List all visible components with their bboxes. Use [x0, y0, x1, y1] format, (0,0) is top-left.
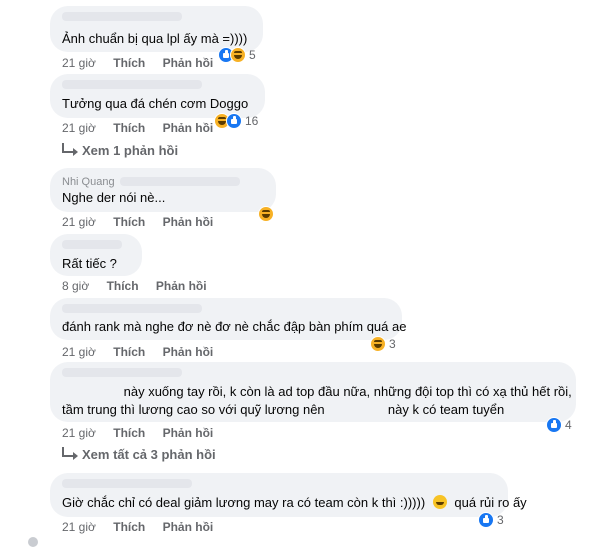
view-replies-link[interactable]: Xem 1 phản hồi	[62, 142, 179, 158]
comment-actions: 8 giờ Thích Phản hồi	[62, 279, 221, 293]
author-name-redacted	[120, 177, 240, 186]
like-button[interactable]: Thích	[113, 56, 145, 70]
comment-time[interactable]: 21 giờ	[62, 56, 96, 70]
comment-text: quá rủi ro ấy	[454, 495, 527, 510]
redacted-name	[328, 404, 385, 417]
laughing-emoji-icon	[432, 495, 447, 509]
comment-text-line: Giờ chắc chỉ có deal giảm lương may ra c…	[62, 493, 527, 513]
comment-text: này k có team tuyển	[387, 402, 505, 417]
like-icon	[226, 113, 242, 129]
reaction-summary[interactable]: 4	[546, 415, 572, 435]
comment-time[interactable]: 21 giờ	[62, 426, 96, 440]
author-name-redacted[interactable]	[62, 80, 202, 89]
comment-actions: 21 giờ Thích Phản hồi	[62, 215, 227, 229]
reaction-summary[interactable]	[258, 204, 274, 224]
reply-button[interactable]: Phản hồi	[163, 345, 214, 359]
like-button[interactable]: Thích	[113, 426, 145, 440]
view-replies-link[interactable]: Xem tất cả 3 phản hồi	[62, 446, 216, 462]
comment-text: này xuống tay rồi, k còn là ad top đầu n…	[123, 384, 572, 399]
comment-text: Giờ chắc chỉ có deal giảm lương may ra c…	[62, 495, 426, 510]
reaction-count: 4	[565, 418, 572, 432]
comment-bubble: này xuống tay rồi, k còn là ad top đầu n…	[50, 362, 576, 422]
comment-actions: 21 giờ Thích Phản hồi	[62, 121, 227, 135]
next-avatar-partial	[28, 537, 38, 547]
reply-button[interactable]: Phản hồi	[156, 279, 207, 293]
author-name-redacted[interactable]	[62, 368, 182, 377]
view-replies-label: Xem 1 phản hồi	[82, 143, 179, 158]
reaction-count: 3	[497, 513, 504, 527]
comment-bubble: đánh rank mà nghe đơ nè đơ nè chắc đập b…	[50, 298, 406, 340]
reply-button[interactable]: Phản hồi	[163, 520, 214, 534]
reaction-summary[interactable]: 3	[478, 510, 504, 530]
comment-actions: 21 giờ Thích Phản hồi	[62, 520, 227, 534]
comment-actions: 21 giờ Thích Phản hồi	[62, 345, 227, 359]
author-name-redacted[interactable]	[62, 12, 182, 21]
author-name-redacted[interactable]	[62, 240, 122, 249]
reply-button[interactable]: Phản hồi	[163, 215, 214, 229]
comment-text: Nghe der nói nè...	[62, 190, 166, 205]
reaction-count: 3	[389, 337, 396, 351]
like-button[interactable]: Thích	[113, 121, 145, 135]
haha-icon	[230, 47, 246, 63]
haha-icon	[370, 336, 386, 352]
reply-button[interactable]: Phản hồi	[163, 121, 214, 135]
comment-time[interactable]: 21 giờ	[62, 345, 96, 359]
comment-text: Rất tiếc ?	[62, 256, 117, 271]
comment-actions: 21 giờ Thích Phản hồi	[62, 56, 227, 70]
comment-text-line-1: này xuống tay rồi, k còn là ad top đầu n…	[62, 382, 572, 402]
comment-time[interactable]: 8 giờ	[62, 279, 89, 293]
comment-bubble: Nhi Quang Nghe der nói nè...	[50, 168, 276, 212]
haha-icon	[258, 206, 274, 222]
comment-text-line-2: tầm trung thì lương cao so với quỹ lương…	[62, 400, 504, 420]
reply-button[interactable]: Phản hồi	[163, 426, 214, 440]
like-button[interactable]: Thích	[113, 215, 145, 229]
reply-button[interactable]: Phản hồi	[163, 56, 214, 70]
comment-bubble: Giờ chắc chỉ có deal giảm lương may ra c…	[50, 473, 527, 517]
view-replies-label: Xem tất cả 3 phản hồi	[82, 447, 216, 462]
author-name-redacted[interactable]	[62, 479, 192, 488]
reaction-summary[interactable]: 3	[370, 334, 396, 354]
like-button[interactable]: Thích	[113, 345, 145, 359]
comment-time[interactable]: 21 giờ	[62, 215, 96, 229]
like-button[interactable]: Thích	[113, 520, 145, 534]
comment-time[interactable]: 21 giờ	[62, 520, 96, 534]
author-name-redacted[interactable]	[62, 304, 202, 313]
reply-arrow-icon	[62, 142, 78, 156]
like-button[interactable]: Thích	[107, 279, 139, 293]
comment-actions: 21 giờ Thích Phản hồi	[62, 426, 227, 440]
reply-arrow-icon	[62, 446, 78, 460]
like-icon	[546, 417, 562, 433]
comment-text: tầm trung thì lương cao so với quỹ lương…	[62, 402, 325, 417]
reaction-count: 5	[249, 48, 256, 62]
redacted-name	[62, 386, 120, 399]
comment-time[interactable]: 21 giờ	[62, 121, 96, 135]
comment-bubble: Rất tiếc ?	[50, 234, 142, 276]
like-icon	[478, 512, 494, 528]
reaction-count: 16	[245, 114, 259, 128]
comment-text: đánh rank mà nghe đơ nè đơ nè chắc đập b…	[62, 319, 407, 334]
